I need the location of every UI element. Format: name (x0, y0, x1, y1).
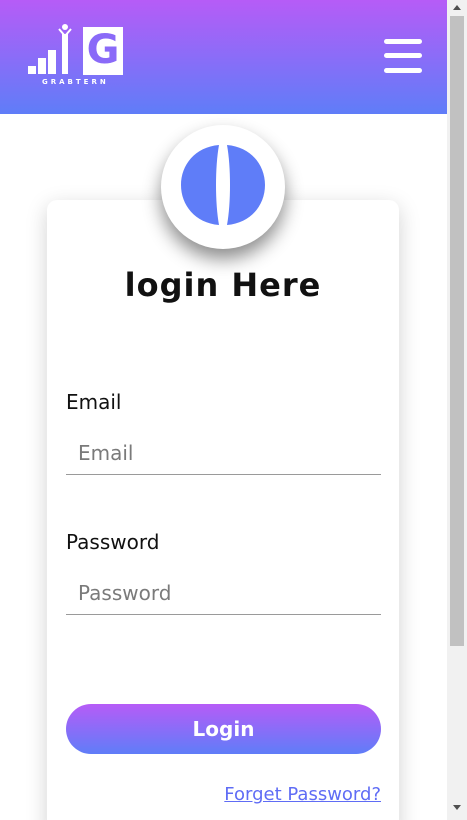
email-field[interactable] (66, 431, 381, 475)
password-label: Password (66, 530, 160, 554)
login-button[interactable]: Login (66, 704, 381, 754)
logo-bar-2 (38, 58, 46, 74)
email-label: Email (66, 390, 122, 414)
brand-name: GRABTERN (42, 78, 109, 86)
login-title: login Here (124, 266, 322, 304)
logo-bar-3 (48, 50, 56, 74)
top-header: G GRABTERN (0, 0, 447, 114)
menu-line-3 (384, 68, 422, 73)
page-content: G GRABTERN login Here Email Password Log… (0, 0, 447, 820)
scroll-up-arrow-icon[interactable] (447, 0, 467, 16)
scroll-down-arrow-icon[interactable] (447, 800, 467, 816)
menu-line-1 (384, 39, 422, 44)
user-avatar-icon (179, 143, 267, 227)
hamburger-menu-icon[interactable] (384, 39, 422, 73)
brand-logo[interactable]: G GRABTERN (28, 24, 124, 88)
forgot-password-link[interactable]: Forget Password? (224, 784, 381, 805)
scrollbar-thumb[interactable] (450, 16, 464, 646)
vertical-scrollbar[interactable] (447, 0, 467, 820)
logo-g-letter: G (86, 27, 120, 73)
password-field[interactable] (66, 571, 381, 615)
logo-figure-icon (58, 24, 72, 74)
logo-bar-1 (28, 66, 36, 74)
menu-line-2 (384, 53, 422, 58)
app-viewport: G GRABTERN login Here Email Password Log… (0, 0, 467, 820)
